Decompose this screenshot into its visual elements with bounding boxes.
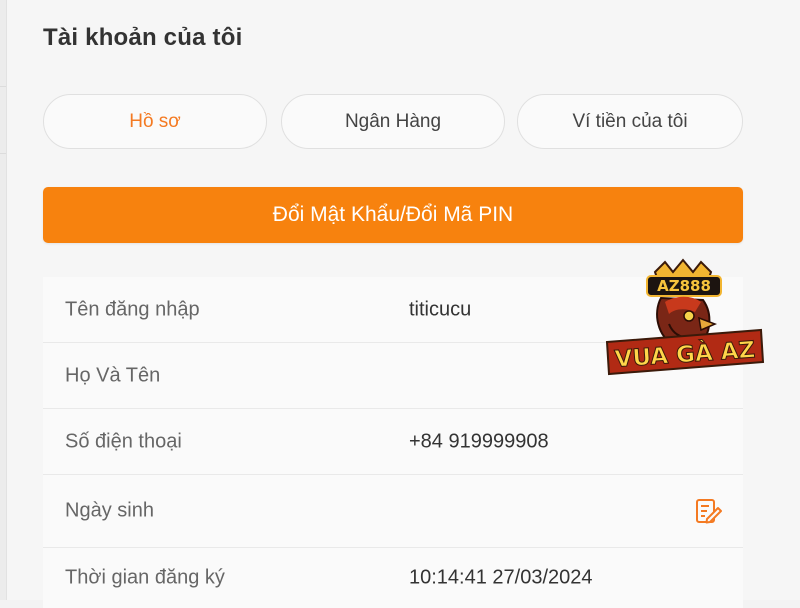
divider [0,86,6,87]
tab-bank[interactable]: Ngân Hàng [281,94,505,149]
tab-profile[interactable]: Hồ sơ [43,94,267,149]
row-value: titicucu [409,298,472,320]
row-value: 10:14:41 27/03/2024 [409,566,593,589]
row-label: Số điện thoại [65,430,182,452]
row-label: Thời gian đăng ký [65,566,225,589]
edit-note-icon[interactable] [693,495,723,527]
profile-row-registration-time: Thời gian đăng ký 10:14:41 27/03/2024 [43,548,743,608]
page-title: Tài khoản của tôi [43,24,243,51]
left-edge-divider [0,0,7,600]
row-label: Ngày sinh [65,499,154,522]
divider [0,153,6,154]
change-password-button[interactable]: Đổi Mật Khẩu/Đổi Mã PIN [43,187,743,243]
vua-ga-az-logo: AZ888 VUA GÀ AZ [603,258,765,376]
profile-tabs: Hồ sơ Ngân Hàng Ví tiền của tôi [43,94,743,151]
tab-my-wallet[interactable]: Ví tiền của tôi [517,94,743,149]
account-panel: Tài khoản của tôi Hồ sơ Ngân Hàng Ví tiề… [7,0,800,608]
row-label: Tên đăng nhập [65,298,200,320]
row-label: Họ Và Tên [65,364,161,386]
logo-badge-text: AZ888 [657,277,711,295]
row-value: +84 919999908 [409,430,549,452]
profile-row-phone: Số điện thoại +84 919999908 [43,409,743,475]
profile-row-birthday: Ngày sinh [43,475,743,548]
